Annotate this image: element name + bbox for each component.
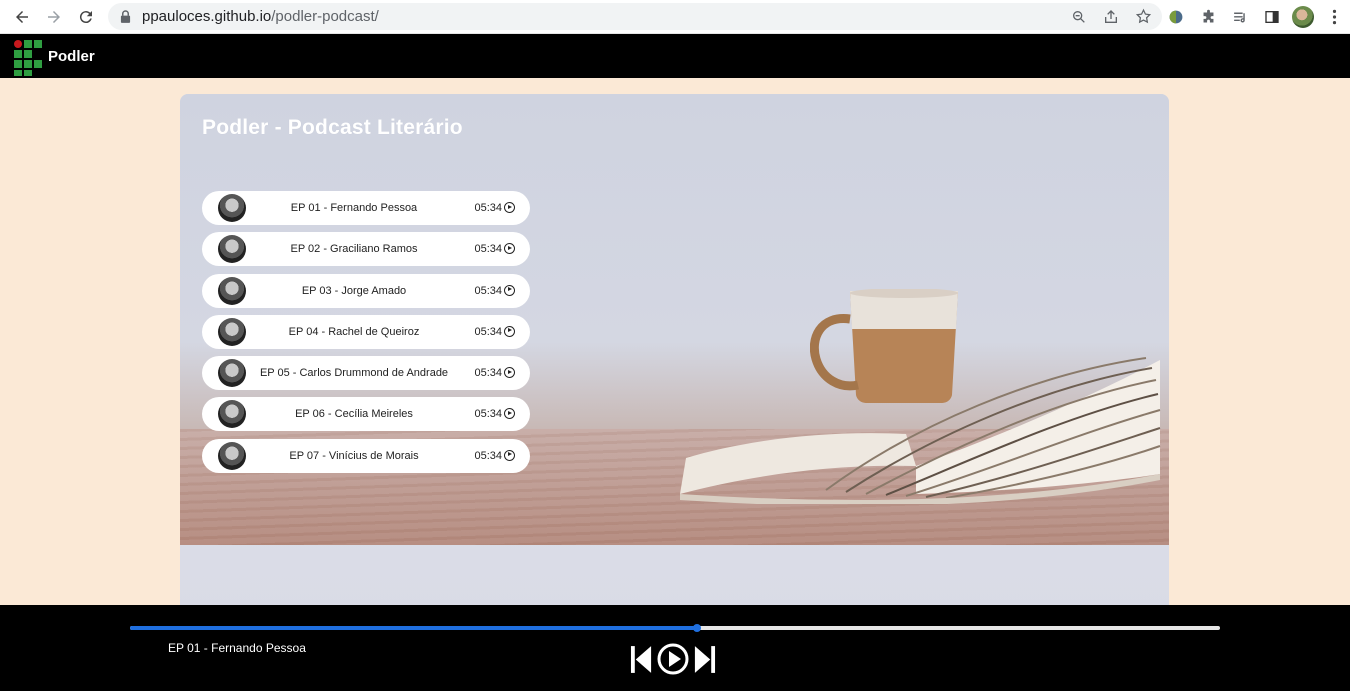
site-header: Podler bbox=[0, 34, 1350, 78]
play-circle-icon[interactable] bbox=[504, 284, 515, 296]
author-avatar bbox=[218, 441, 246, 470]
address-bar[interactable]: ppauloces.github.io/podler-podcast/ bbox=[108, 3, 1162, 30]
play-circle-icon[interactable] bbox=[504, 202, 515, 213]
forward-icon[interactable] bbox=[38, 1, 70, 33]
episode-title: EP 06 - Cecília Meireles bbox=[295, 408, 413, 421]
progress-bar[interactable] bbox=[130, 624, 1220, 632]
episode-duration: 05:34 bbox=[474, 449, 502, 462]
episode-title: EP 02 - Graciliano Ramos bbox=[290, 243, 418, 256]
episode-item[interactable]: EP 06 - Cecília Meireles 05:34 bbox=[202, 397, 530, 432]
author-avatar bbox=[218, 235, 246, 264]
episode-duration: 05:34 bbox=[474, 325, 502, 338]
episode-item[interactable]: EP 01 - Fernando Pessoa 05:34 bbox=[202, 191, 530, 225]
episode-duration: 05:34 bbox=[474, 243, 502, 256]
back-icon[interactable] bbox=[6, 1, 38, 33]
browser-toolbar: ppauloces.github.io/podler-podcast/ bbox=[0, 0, 1350, 34]
author-avatar bbox=[218, 194, 246, 222]
play-circle-icon[interactable] bbox=[504, 408, 515, 420]
author-avatar bbox=[218, 276, 246, 305]
episode-item[interactable]: EP 07 - Vinícius de Morais 05:34 bbox=[202, 438, 530, 473]
playback-controls bbox=[630, 643, 716, 675]
episode-item[interactable]: EP 03 - Jorge Amado 05:34 bbox=[202, 273, 530, 308]
episode-duration: 05:34 bbox=[474, 408, 502, 421]
audio-player: EP 01 - Fernando Pessoa bbox=[0, 605, 1350, 691]
episode-duration: 05:34 bbox=[474, 202, 502, 214]
now-playing-title: EP 01 - Fernando Pessoa bbox=[168, 641, 306, 655]
menu-kebab-icon[interactable] bbox=[1322, 5, 1346, 29]
extensions-puzzle-icon[interactable] bbox=[1196, 5, 1220, 29]
play-circle-icon[interactable] bbox=[504, 325, 515, 337]
author-avatar bbox=[218, 317, 246, 346]
play-circle-icon[interactable] bbox=[504, 243, 515, 255]
episode-list: EP 01 - Fernando Pessoa 05:34 EP 02 - Gr… bbox=[202, 191, 530, 480]
share-icon[interactable] bbox=[1100, 6, 1122, 28]
episode-duration: 05:34 bbox=[474, 367, 502, 380]
logo-icon[interactable] bbox=[14, 36, 42, 76]
episode-item[interactable]: EP 05 - Carlos Drummond de Andrade 05:34 bbox=[202, 356, 530, 391]
progress-handle[interactable] bbox=[692, 624, 701, 632]
play-circle-icon[interactable] bbox=[504, 367, 515, 379]
media-queue-icon[interactable] bbox=[1228, 5, 1252, 29]
progress-fill bbox=[130, 626, 697, 630]
episode-item[interactable]: EP 02 - Graciliano Ramos 05:34 bbox=[202, 232, 530, 267]
reload-icon[interactable] bbox=[70, 1, 102, 33]
url-text: ppauloces.github.io/podler-podcast/ bbox=[142, 8, 379, 25]
play-circle-icon[interactable] bbox=[504, 449, 515, 461]
episode-title: EP 04 - Rachel de Queiroz bbox=[288, 325, 420, 338]
episode-title: EP 01 - Fernando Pessoa bbox=[290, 202, 418, 214]
page-title: Podler - Podcast Literário bbox=[202, 116, 463, 139]
author-avatar bbox=[218, 359, 246, 388]
brand-name[interactable]: Podler bbox=[48, 48, 95, 65]
episode-title: EP 05 - Carlos Drummond de Andrade bbox=[259, 367, 449, 380]
hero-image: Podler - Podcast Literário EP 01 - Ferna… bbox=[180, 94, 1169, 545]
next-track-icon[interactable] bbox=[693, 644, 716, 675]
play-button-icon[interactable] bbox=[657, 643, 689, 675]
zoom-icon[interactable] bbox=[1068, 6, 1090, 28]
podcast-card: Podler - Podcast Literário EP 01 - Ferna… bbox=[180, 94, 1169, 614]
open-book-illustration bbox=[680, 357, 1161, 504]
bookmark-star-icon[interactable] bbox=[1132, 6, 1154, 28]
profile-avatar[interactable] bbox=[1292, 6, 1314, 28]
author-avatar bbox=[218, 400, 246, 429]
extension-globe-icon[interactable] bbox=[1164, 5, 1188, 29]
side-panel-icon[interactable] bbox=[1260, 5, 1284, 29]
episode-item[interactable]: EP 04 - Rachel de Queiroz 05:34 bbox=[202, 314, 530, 349]
lock-icon bbox=[120, 10, 132, 24]
episode-title: EP 03 - Jorge Amado bbox=[301, 284, 407, 297]
episode-duration: 05:34 bbox=[474, 284, 502, 297]
episode-title: EP 07 - Vinícius de Morais bbox=[289, 449, 419, 462]
previous-track-icon[interactable] bbox=[630, 644, 653, 675]
